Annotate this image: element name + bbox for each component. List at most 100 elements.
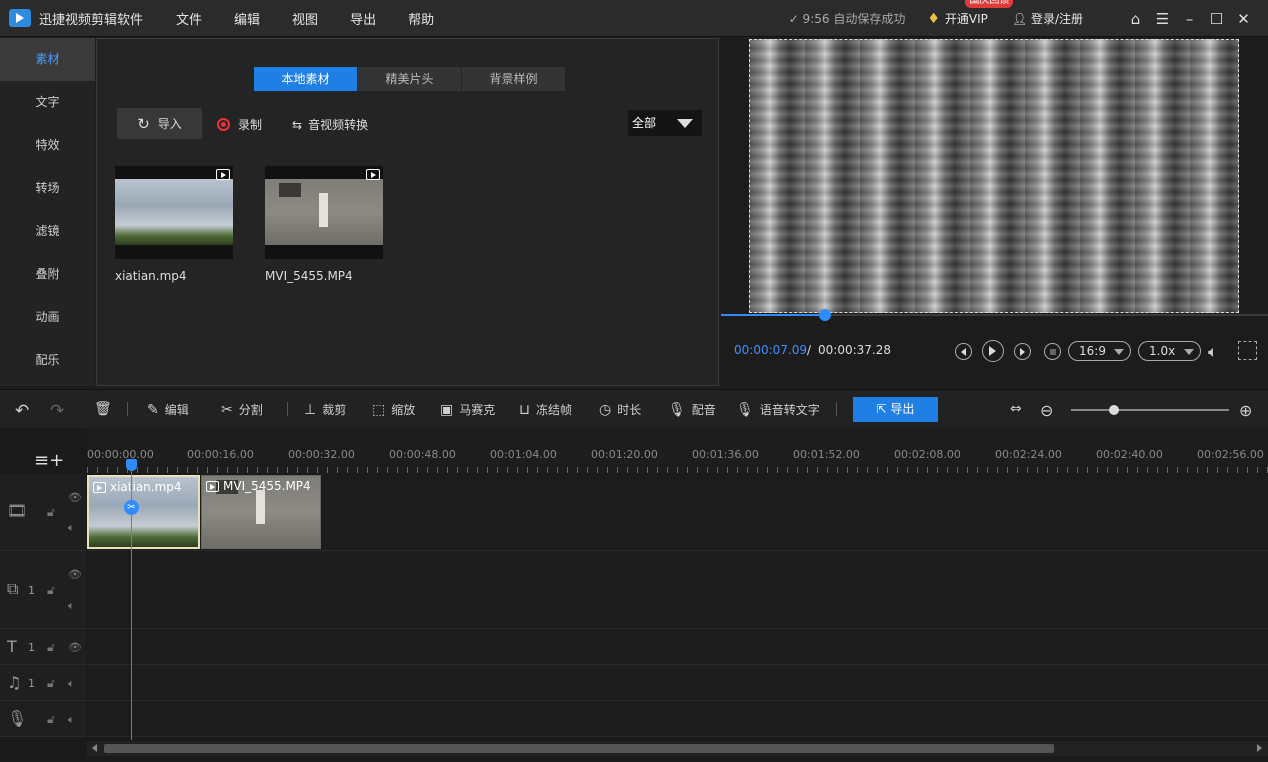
- maximize-icon[interactable]: ☐: [1204, 10, 1229, 28]
- music-track[interactable]: [87, 665, 1268, 701]
- mosaic-button[interactable]: ▣ 马赛克: [440, 401, 495, 418]
- redo-button[interactable]: ↷: [50, 401, 70, 421]
- nav-item-transitions[interactable]: 转场: [0, 167, 95, 210]
- speaker-icon[interactable]: 🔈︎: [68, 713, 75, 727]
- scroll-left-icon[interactable]: [92, 744, 97, 752]
- lock-icon[interactable]: 🔓︎: [47, 676, 55, 691]
- zoom-slider[interactable]: [1071, 409, 1229, 411]
- speaker-icon[interactable]: 🔈︎: [68, 521, 75, 535]
- text-icon: T: [7, 637, 17, 656]
- scrollbar-thumb[interactable]: [104, 744, 1054, 753]
- zoom-out-button[interactable]: ⊖: [1040, 401, 1059, 420]
- split-button[interactable]: ✂ 分割: [221, 401, 263, 418]
- microphone-icon: 🎙︎: [7, 709, 28, 728]
- speech-to-text-icon: 🎙︎: [736, 401, 754, 418]
- preview-canvas[interactable]: [749, 39, 1239, 313]
- filter-select[interactable]: 全部: [628, 110, 702, 136]
- titlebar-right: ✓ 9:56 自动保存成功 ♦ 开通VIP 国庆回馈 👤︎ 登录/注册 ⌂ ☰ …: [789, 0, 1268, 37]
- media-item[interactable]: xiatian.mp4: [115, 166, 233, 283]
- nav-item-text[interactable]: 文字: [0, 81, 95, 124]
- split-scissors-icon[interactable]: ✂: [124, 500, 139, 515]
- timeline-clip[interactable]: xiatian.mp4: [87, 475, 200, 549]
- next-frame-button[interactable]: [1014, 343, 1031, 360]
- lock-icon[interactable]: 🔓︎: [47, 583, 55, 598]
- voice-track[interactable]: [87, 701, 1268, 737]
- fullscreen-icon[interactable]: [1238, 341, 1257, 360]
- export-button[interactable]: ⇱ 导出: [853, 397, 938, 422]
- time-separator: /: [807, 343, 812, 357]
- minimize-icon[interactable]: –: [1177, 10, 1202, 28]
- dub-button[interactable]: 🎙︎ 配音: [668, 401, 716, 418]
- lock-icon[interactable]: 🔓︎: [47, 640, 55, 655]
- scroll-right-icon[interactable]: [1257, 744, 1262, 752]
- fit-width-icon: ⇔: [1010, 401, 1022, 417]
- lock-icon[interactable]: 🔓︎: [47, 505, 55, 520]
- fit-timeline-button[interactable]: ⇔: [1010, 401, 1028, 417]
- timeline: ≡+ 00:00:00.00 00:00:16.00 00:00:32.00 0…: [0, 428, 1268, 762]
- zoom-in-button[interactable]: ⊕: [1239, 401, 1258, 420]
- edit-clip-button[interactable]: ✎ 编辑: [147, 401, 189, 418]
- nav-item-effects[interactable]: 特效: [0, 124, 95, 167]
- convert-button[interactable]: ⇆ 音视频转换: [292, 116, 368, 133]
- ruler-label: 00:02:56.00: [1197, 448, 1264, 461]
- nav-item-music[interactable]: 配乐: [0, 339, 95, 382]
- timeline-scrollbar[interactable]: [87, 741, 1268, 756]
- speaker-icon[interactable]: 🔈︎: [68, 677, 75, 691]
- seekbar-handle[interactable]: [818, 309, 831, 321]
- overlay-track[interactable]: [87, 551, 1268, 629]
- eye-icon[interactable]: 👁︎: [68, 641, 82, 654]
- timeline-clip[interactable]: MVI_5455.MP4: [201, 475, 321, 549]
- menu-export[interactable]: 导出: [350, 9, 376, 28]
- nav-item-filters[interactable]: 滤镜: [0, 210, 95, 253]
- crop-button[interactable]: ⊥ 裁剪: [304, 401, 346, 418]
- playhead-handle[interactable]: [126, 459, 137, 471]
- media-item[interactable]: MVI_5455.MP4: [265, 166, 383, 283]
- speech-to-text-button[interactable]: 🎙︎ 语音转文字: [736, 401, 820, 418]
- ruler-label: 00:00:00.00: [87, 448, 154, 461]
- media-thumbnail[interactable]: [115, 166, 233, 259]
- text-track[interactable]: [87, 629, 1268, 665]
- voice-track-header: 🎙︎ 🔓︎ 🔈︎: [0, 701, 86, 737]
- eye-icon[interactable]: 👁︎: [68, 568, 82, 581]
- music-track-number: 1: [28, 677, 35, 690]
- scale-button[interactable]: ⬚ 缩放: [372, 401, 415, 418]
- menu-icon[interactable]: ☰: [1150, 10, 1175, 28]
- zoom-slider-handle[interactable]: [1108, 405, 1119, 415]
- menu-file[interactable]: 文件: [176, 9, 202, 28]
- tab-backgrounds[interactable]: 背景样例: [462, 67, 565, 91]
- vip-button[interactable]: ♦ 开通VIP 国庆回馈: [927, 0, 1014, 27]
- delete-button[interactable]: 🗑︎: [94, 401, 118, 417]
- close-icon[interactable]: ✕: [1231, 10, 1256, 28]
- duration-button[interactable]: ◷ 时长: [599, 401, 641, 418]
- tab-local-material[interactable]: 本地素材: [254, 67, 357, 91]
- nav-item-material[interactable]: 素材: [0, 38, 95, 81]
- login-button[interactable]: 👤︎ 登录/注册: [1012, 10, 1083, 27]
- menu-view[interactable]: 视图: [292, 9, 318, 28]
- preview-seekbar[interactable]: [721, 309, 1268, 321]
- play-icon: [989, 346, 996, 356]
- speaker-icon[interactable]: 🔈︎: [68, 599, 75, 613]
- undo-button[interactable]: ↶: [15, 401, 35, 421]
- nav-item-animation[interactable]: 动画: [0, 296, 95, 339]
- menu-help[interactable]: 帮助: [408, 9, 434, 28]
- import-button[interactable]: ↻ 导入: [117, 108, 202, 139]
- play-button[interactable]: [982, 340, 1004, 362]
- aspect-ratio-select[interactable]: 16:9: [1068, 341, 1131, 361]
- record-button[interactable]: 录制: [217, 116, 262, 133]
- add-track-icon[interactable]: ≡+: [34, 450, 64, 471]
- lock-icon[interactable]: 🔓︎: [47, 712, 55, 727]
- prev-frame-button[interactable]: [955, 343, 972, 360]
- menu-edit[interactable]: 编辑: [234, 9, 260, 28]
- time-ruler[interactable]: 00:00:00.00 00:00:16.00 00:00:32.00 00:0…: [87, 428, 1268, 473]
- stop-button[interactable]: [1044, 343, 1061, 360]
- freeze-frame-button[interactable]: ⊔ 冻结帧: [519, 401, 572, 418]
- ruler-label: 00:00:32.00: [288, 448, 355, 461]
- speed-select[interactable]: 1.0x: [1138, 341, 1201, 361]
- tab-intros[interactable]: 精美片头: [358, 67, 461, 91]
- diamond-icon: ♦: [927, 10, 940, 27]
- nav-item-overlay[interactable]: 叠附: [0, 253, 95, 296]
- home-icon[interactable]: ⌂: [1123, 10, 1148, 28]
- eye-icon[interactable]: 👁︎: [68, 491, 82, 504]
- media-thumbnail[interactable]: [265, 166, 383, 259]
- volume-icon[interactable]: 🔈︎: [1208, 342, 1218, 362]
